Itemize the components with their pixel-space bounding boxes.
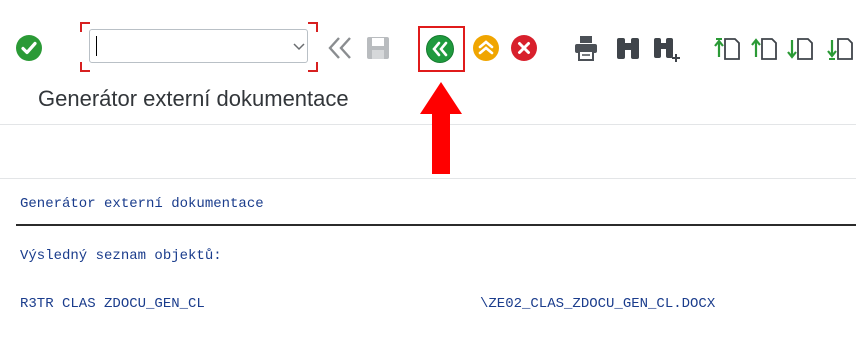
focus-corner — [308, 22, 318, 32]
double-chevron-left-icon[interactable] — [326, 34, 354, 67]
text-cursor — [96, 36, 97, 56]
application-toolbar — [0, 0, 856, 82]
list-item-object[interactable]: R3TR CLAS ZDOCU_GEN_CL — [20, 296, 205, 312]
focus-corner — [80, 62, 90, 72]
double-chevron-up-circle-icon[interactable] — [473, 35, 499, 61]
page-up-icon[interactable] — [750, 33, 780, 68]
result-label: Výsledný seznam objektů: — [20, 248, 222, 264]
command-field[interactable] — [89, 29, 308, 63]
page-down-icon[interactable] — [786, 33, 816, 68]
double-chevron-left-circle-icon[interactable] — [426, 35, 454, 63]
x-circle-icon[interactable] — [511, 35, 537, 61]
page-last-icon[interactable] — [826, 33, 856, 68]
command-field-group — [80, 22, 318, 72]
binoculars-plus-icon[interactable] — [652, 34, 682, 69]
enter-checkmark-icon[interactable] — [16, 35, 42, 61]
focus-corner — [308, 62, 318, 72]
page-title: Generátor externí dokumentace — [38, 86, 349, 111]
red-up-arrow-icon — [418, 80, 464, 181]
floppy-disk-icon[interactable] — [364, 34, 392, 67]
binoculars-icon[interactable] — [614, 34, 642, 67]
list-heading-underline — [16, 224, 856, 226]
printer-icon[interactable] — [572, 33, 600, 68]
page-first-icon[interactable] — [713, 33, 743, 68]
chevron-down-icon[interactable] — [293, 39, 305, 57]
list-item-file[interactable]: \ZE02_CLAS_ZDOCU_GEN_CL.DOCX — [480, 296, 715, 312]
list-heading: Generátor externí dokumentace — [20, 196, 264, 212]
